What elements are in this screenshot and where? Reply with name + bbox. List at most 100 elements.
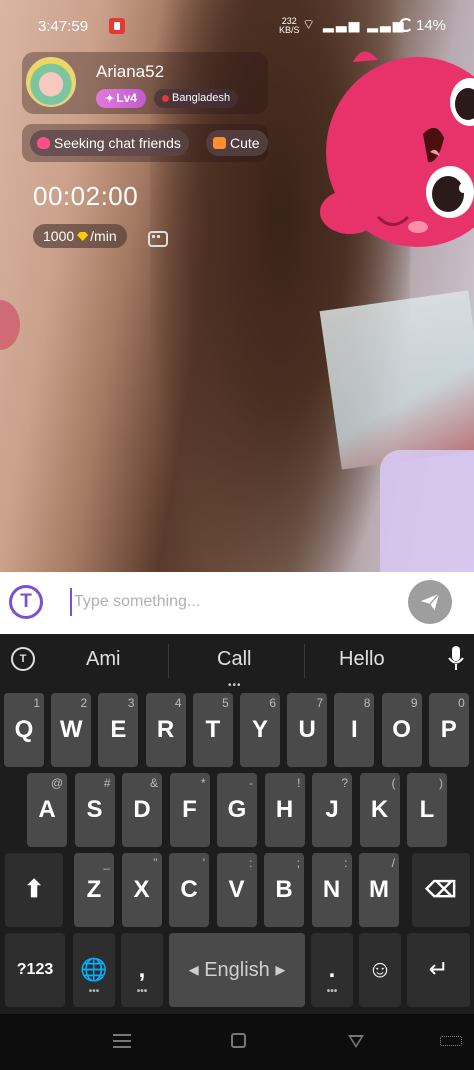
video-background-shirt [380, 450, 474, 572]
key-z[interactable]: Z _ [74, 853, 114, 927]
key-label: E [110, 716, 127, 743]
globe-key[interactable]: 🌐 ••• [73, 933, 115, 1007]
key-v[interactable]: V: [216, 853, 257, 927]
key-hint: 8 [363, 696, 371, 710]
key-label: Y [251, 716, 268, 743]
key-i[interactable]: I8 [334, 693, 375, 767]
key-label: P [440, 716, 457, 743]
key-label: Q [14, 716, 34, 743]
key-hint: : [249, 856, 253, 870]
send-plane-icon [420, 593, 440, 611]
key-w[interactable]: W2 [51, 693, 92, 767]
key-l[interactable]: L) [407, 773, 447, 847]
key-label: X [133, 876, 150, 903]
net-speed-unit: KB/S [279, 25, 300, 35]
key-n[interactable]: N: [311, 853, 352, 927]
key-g[interactable]: G- [217, 773, 257, 847]
key-label: O [392, 716, 411, 743]
pink-mascot-sticker[interactable] [318, 42, 474, 257]
translate-t-icon[interactable]: T [9, 585, 43, 619]
key-y[interactable]: Y6 [240, 693, 280, 767]
key-o[interactable]: O9 [381, 693, 422, 767]
key-hint: 7 [316, 696, 324, 710]
key-label: I [351, 716, 358, 743]
shift-key[interactable]: ⬆ [5, 853, 63, 927]
menu-icon[interactable] [113, 1034, 131, 1048]
space-bar[interactable]: ◂ English ▸ [169, 933, 305, 1007]
key-s[interactable]: S # [74, 773, 115, 847]
home-icon[interactable] [231, 1033, 246, 1048]
key-q[interactable]: Q1 [4, 693, 44, 767]
key-label: K [370, 796, 389, 823]
comma-label: , [138, 956, 146, 983]
video-lip-shape [0, 300, 20, 350]
key-m[interactable]: M / [359, 853, 399, 927]
key-label: M [369, 876, 389, 903]
level-label: Lv4 [116, 91, 137, 105]
key-c[interactable]: C ' [169, 853, 209, 927]
country-badge: Bangladesh [154, 89, 238, 108]
key-a[interactable]: A @ [27, 773, 67, 847]
key-x[interactable]: X " [121, 853, 162, 927]
suggestion-hello[interactable]: Hello [339, 648, 385, 671]
tag-label: Cute [230, 135, 260, 151]
key-hint: 5 [222, 696, 229, 710]
key-d[interactable]: D & [122, 773, 162, 847]
suggestion-ami[interactable]: Ami [86, 648, 120, 671]
key-label: L [419, 796, 435, 823]
suggestion-call[interactable]: Call [217, 648, 251, 671]
key-label: R [156, 716, 175, 743]
key-hint: ' [202, 856, 205, 870]
rate-unit: /min [90, 228, 117, 244]
heart-icon [37, 137, 50, 149]
key-r[interactable]: R4 [145, 693, 186, 767]
key-f[interactable]: F * [169, 773, 210, 847]
key-b[interactable]: B; [264, 853, 304, 927]
key-label: C [180, 876, 198, 903]
key-hint: ( [391, 776, 396, 790]
keyboard-toggle-icon[interactable] [440, 1036, 462, 1046]
key-label: A [38, 796, 56, 823]
robot-icon[interactable] [146, 227, 168, 247]
key-label: B [275, 876, 293, 903]
key-p[interactable]: P0 [428, 693, 469, 767]
screen-record-icon [109, 18, 125, 34]
suggestion-divider [168, 644, 169, 678]
key-hint: @ [50, 776, 63, 790]
backspace-key[interactable]: ⌫ [412, 853, 470, 927]
period-label: . [328, 956, 336, 983]
globe-icon: 🌐 [80, 957, 108, 982]
key-label: U [298, 716, 316, 743]
emoji-key[interactable]: ☺ [359, 933, 401, 1007]
back-icon[interactable] [348, 1035, 364, 1048]
more-suggestions-icon[interactable]: ••• [228, 680, 242, 691]
key-hint: 6 [269, 696, 276, 710]
key-hint: * [200, 776, 206, 790]
key-label: G [227, 796, 247, 823]
key-label: D [133, 796, 151, 823]
message-input[interactable] [70, 588, 390, 616]
key-h[interactable]: H! [264, 773, 305, 847]
key-e[interactable]: E3 [98, 693, 139, 767]
send-button[interactable] [408, 580, 452, 624]
suggestion-divider [304, 644, 305, 678]
enter-key[interactable]: ↵ [407, 933, 470, 1007]
key-j[interactable]: J? [312, 773, 352, 847]
call-timer: 00:02:00 [33, 181, 139, 211]
status-time: 3:47:59 [38, 18, 89, 35]
key-label: S [86, 796, 103, 823]
avatar[interactable] [26, 57, 76, 107]
microphone-icon[interactable] [447, 645, 465, 673]
key-hint: 0 [458, 696, 465, 710]
comma-key[interactable]: , ••• [121, 933, 163, 1007]
key-t[interactable]: T5 [192, 693, 233, 767]
username: Ariana52 [96, 62, 165, 81]
key-k[interactable]: K( [359, 773, 400, 847]
key-label: H [275, 796, 294, 823]
symbols-key[interactable]: ?123 [5, 933, 65, 1007]
period-key[interactable]: . ••• [311, 933, 353, 1007]
key-label: W [59, 716, 83, 743]
keyboard-tools-icon[interactable]: T [11, 647, 35, 671]
diamond-icon [77, 232, 89, 241]
key-u[interactable]: U7 [287, 693, 328, 767]
